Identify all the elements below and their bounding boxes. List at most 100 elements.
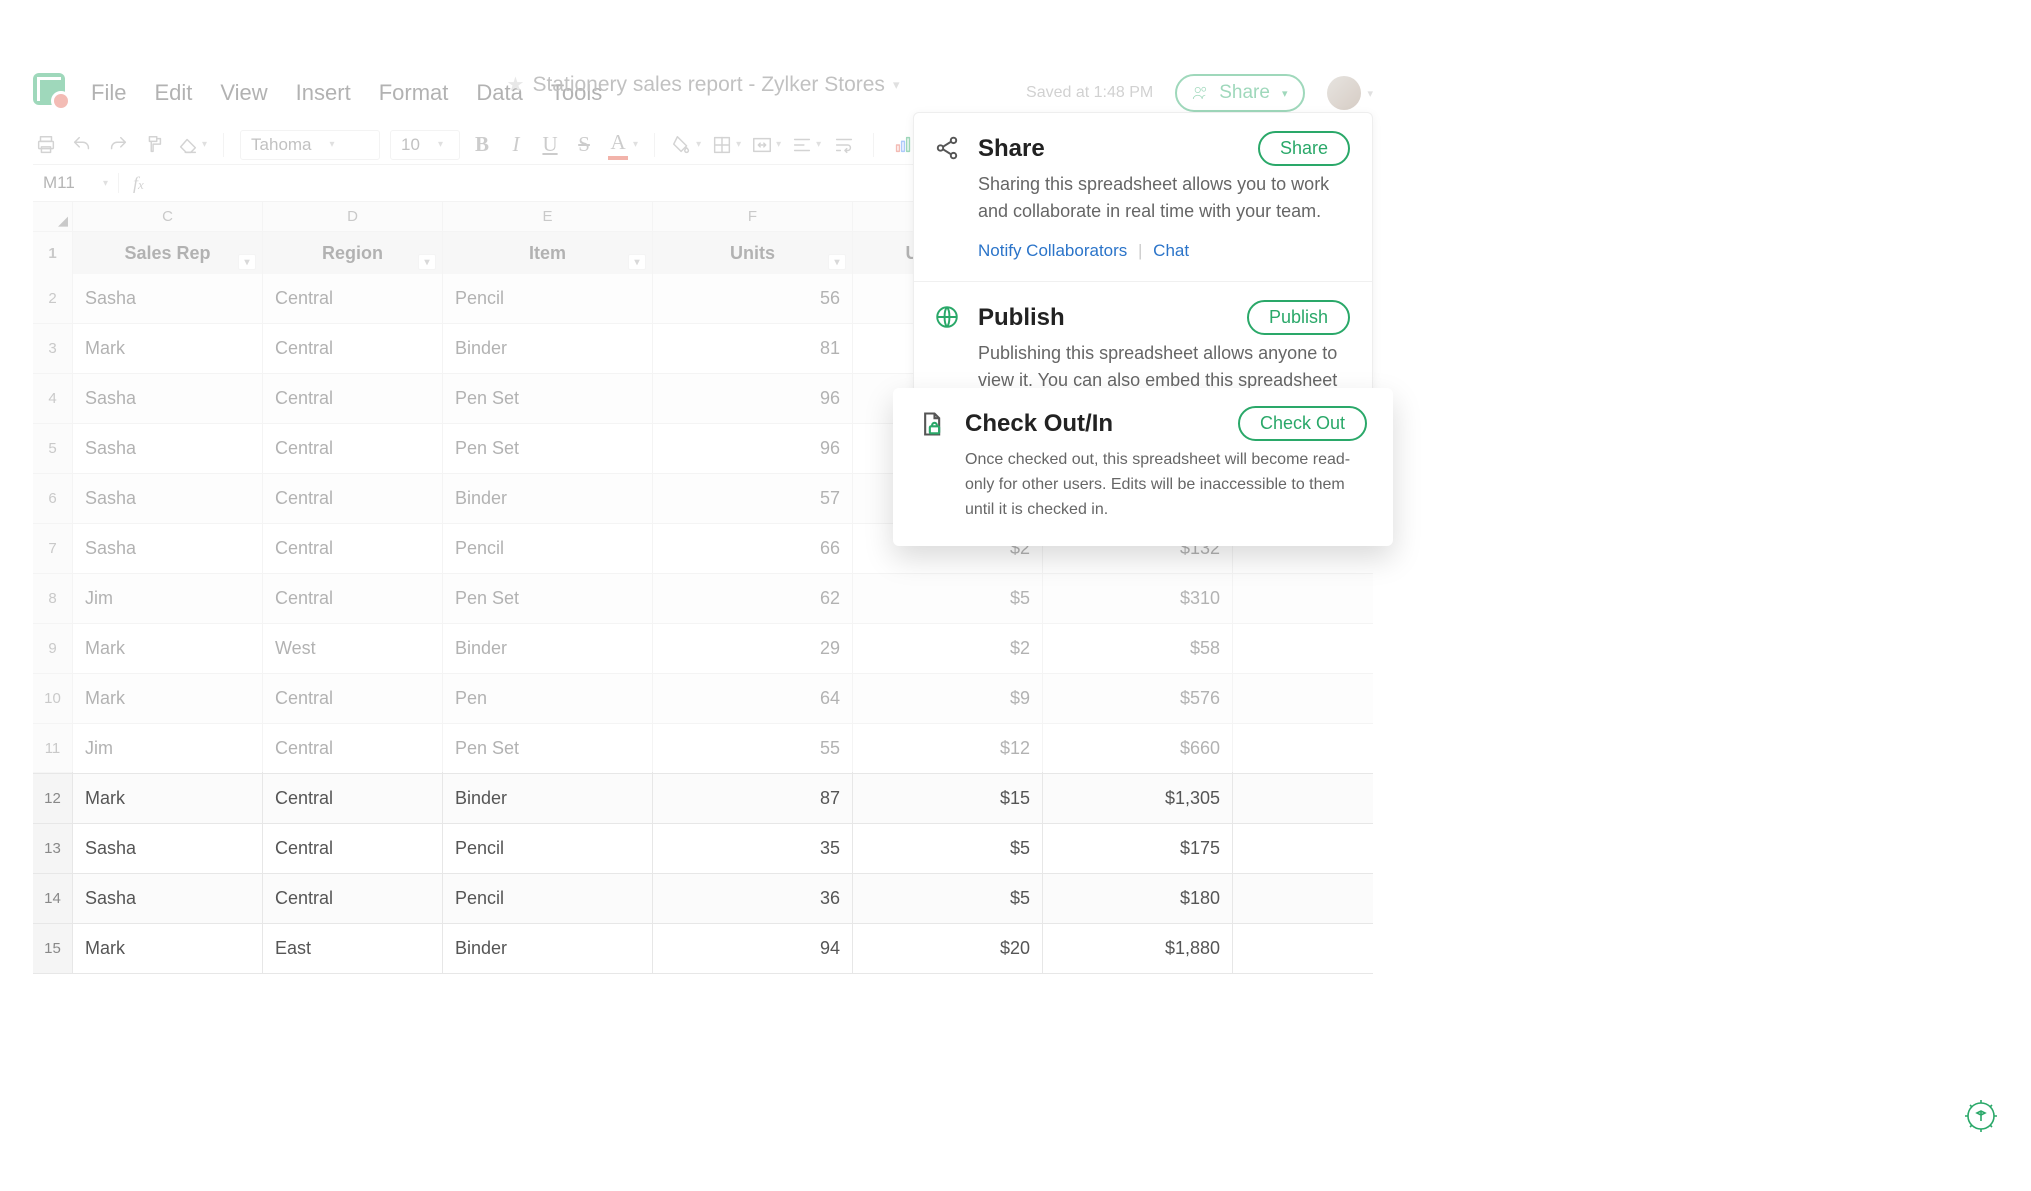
filter-icon[interactable]: ▾ [238,254,256,270]
undo-icon[interactable] [69,131,95,159]
cell[interactable]: 57 [653,474,853,523]
cell[interactable]: $1,305 [1043,774,1233,823]
cell[interactable]: 29 [653,624,853,673]
cell[interactable]: Pencil [443,274,653,323]
cell[interactable]: 96 [653,374,853,423]
row-header[interactable]: 8 [33,574,73,623]
strikethrough-button[interactable]: S [572,131,596,159]
cell[interactable]: 62 [653,574,853,623]
align-button[interactable] [791,131,821,159]
notify-collaborators-link[interactable]: Notify Collaborators [978,241,1127,260]
cell[interactable]: 94 [653,924,853,973]
menu-view[interactable]: View [220,80,267,106]
cell[interactable]: 66 [653,524,853,573]
cell[interactable]: $15 [853,774,1043,823]
cell[interactable]: Sasha [73,374,263,423]
font-family-select[interactable]: Tahoma▾ [240,130,380,160]
cell[interactable]: Central [263,824,443,873]
cell[interactable]: $310 [1043,574,1233,623]
cell[interactable]: $12 [853,724,1043,773]
cell[interactable]: $20 [853,924,1043,973]
italic-button[interactable]: I [504,131,528,159]
table-header-cell[interactable]: Sales Rep▾ [73,232,263,274]
cell[interactable]: Central [263,574,443,623]
fill-color-button[interactable] [671,131,701,159]
cell[interactable]: Central [263,274,443,323]
cell[interactable]: $9 [853,674,1043,723]
filter-icon[interactable]: ▾ [418,254,436,270]
row-header[interactable]: 7 [33,524,73,573]
document-title[interactable]: ★ Stationery sales report - Zylker Store… [507,72,900,97]
column-header[interactable]: C [73,202,263,231]
cell[interactable]: Binder [443,474,653,523]
cell[interactable]: Sasha [73,824,263,873]
row-header[interactable]: 11 [33,724,73,773]
cell[interactable]: Mark [73,324,263,373]
cell[interactable]: 35 [653,824,853,873]
row-header[interactable]: 10 [33,674,73,723]
app-logo[interactable] [33,73,77,113]
cell[interactable]: $175 [1043,824,1233,873]
text-color-button[interactable]: A [606,131,638,159]
cell[interactable]: Mark [73,774,263,823]
column-header[interactable]: E [443,202,653,231]
cell[interactable]: Binder [443,324,653,373]
cell[interactable]: East [263,924,443,973]
row-header[interactable]: 6 [33,474,73,523]
cell[interactable]: Jim [73,574,263,623]
column-header[interactable]: F [653,202,853,231]
cell[interactable]: Pen Set [443,424,653,473]
cell[interactable]: Central [263,724,443,773]
cell[interactable]: Sasha [73,474,263,523]
cell[interactable]: Mark [73,674,263,723]
cell[interactable]: Central [263,774,443,823]
cell[interactable]: $2 [853,624,1043,673]
select-all-cell[interactable]: ◢ [33,202,73,231]
cell[interactable]: Binder [443,924,653,973]
menu-edit[interactable]: Edit [154,80,192,106]
star-icon[interactable]: ★ [507,72,525,97]
row-header[interactable]: 5 [33,424,73,473]
row-header[interactable]: 12 [33,774,73,823]
row-header[interactable]: 13 [33,824,73,873]
menu-format[interactable]: Format [379,80,449,106]
cell[interactable]: Central [263,674,443,723]
cell[interactable]: $660 [1043,724,1233,773]
row-header[interactable]: 3 [33,324,73,373]
cell[interactable]: Jim [73,724,263,773]
checkout-action-button[interactable]: Check Out [1238,406,1367,441]
table-header-cell[interactable]: Region▾ [263,232,443,274]
share-button[interactable]: Share ▾ [1175,74,1305,112]
cell[interactable]: $180 [1043,874,1233,923]
cell[interactable]: 87 [653,774,853,823]
table-row[interactable]: 14SashaCentralPencil36$5$180 [33,874,1373,924]
zia-assistant-button[interactable] [1961,1096,2001,1141]
cell[interactable]: Binder [443,774,653,823]
underline-button[interactable]: U [538,131,562,159]
format-painter-icon[interactable] [141,131,167,159]
cell[interactable]: Sasha [73,274,263,323]
row-header[interactable]: 9 [33,624,73,673]
merge-cells-button[interactable] [751,131,781,159]
table-row[interactable]: 13SashaCentralPencil35$5$175 [33,824,1373,874]
cell[interactable]: 96 [653,424,853,473]
borders-button[interactable] [711,131,741,159]
clear-format-icon[interactable] [177,131,207,159]
cell[interactable]: 81 [653,324,853,373]
cell[interactable]: Central [263,874,443,923]
table-header-cell[interactable]: Units▾ [653,232,853,274]
cell[interactable]: Pencil [443,824,653,873]
cell[interactable]: Binder [443,624,653,673]
chevron-down-icon[interactable]: ▾ [1367,87,1373,100]
cell[interactable]: Central [263,474,443,523]
font-size-select[interactable]: 10▾ [390,130,460,160]
column-header[interactable]: D [263,202,443,231]
cell[interactable]: Central [263,424,443,473]
cell[interactable]: Pen [443,674,653,723]
table-row[interactable]: 9MarkWestBinder29$2$58 [33,624,1373,674]
menu-insert[interactable]: Insert [296,80,351,106]
cell[interactable]: West [263,624,443,673]
wrap-text-button[interactable] [831,131,857,159]
share-action-button[interactable]: Share [1258,131,1350,166]
chat-link[interactable]: Chat [1153,241,1189,260]
